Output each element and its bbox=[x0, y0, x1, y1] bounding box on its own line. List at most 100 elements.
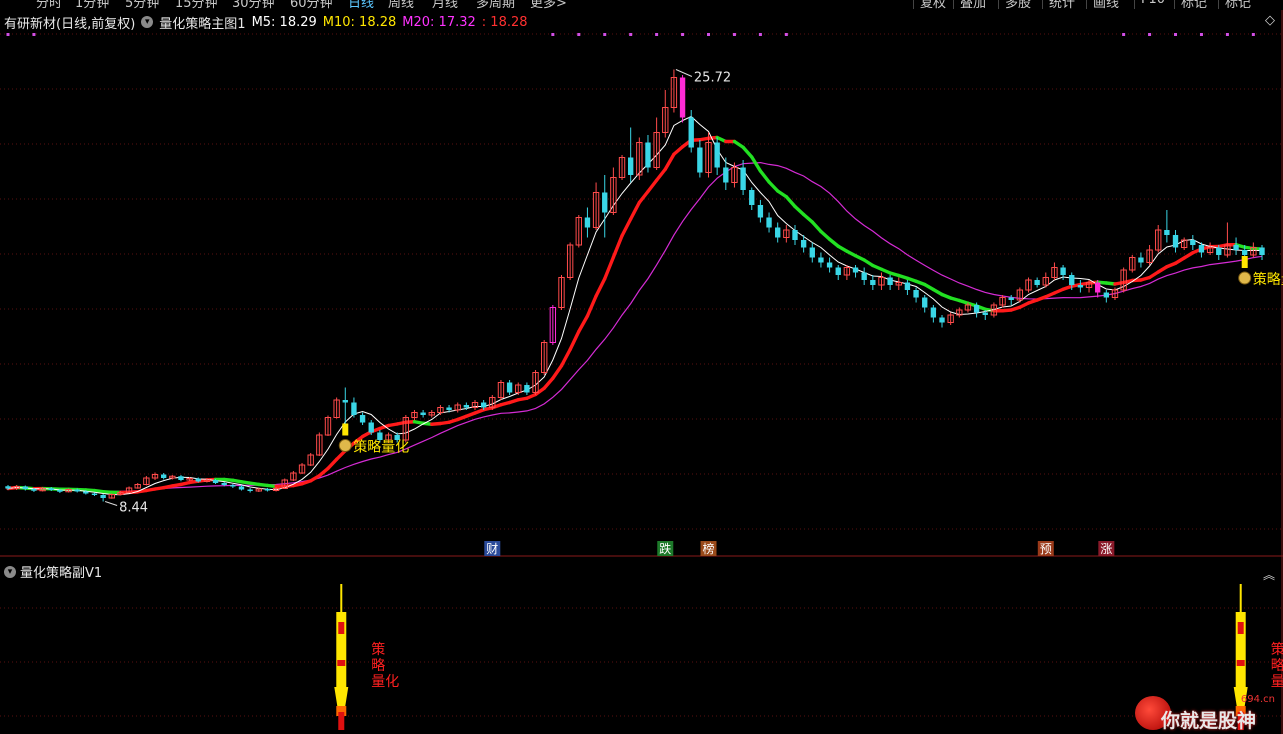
candle-down bbox=[852, 267, 859, 273]
high-pointer bbox=[675, 69, 693, 77]
candle-down bbox=[792, 230, 798, 240]
ma5-value: M5: 18.29 bbox=[251, 14, 317, 30]
candle-down bbox=[238, 486, 245, 490]
stock-title: 有研新材(日线,前复权) bbox=[4, 16, 136, 32]
ma10-segment bbox=[810, 220, 823, 234]
candle-down bbox=[160, 474, 167, 478]
low-price-label: 8.44 bbox=[119, 501, 148, 516]
ma10-segment bbox=[646, 178, 659, 194]
event-marker-text: 财 bbox=[486, 542, 498, 556]
candle-down bbox=[48, 488, 54, 490]
candle-down bbox=[818, 257, 824, 263]
candle-down bbox=[723, 167, 729, 183]
candle-down bbox=[1095, 282, 1101, 293]
ma5-line bbox=[7, 115, 1262, 496]
candle-down bbox=[766, 217, 772, 228]
candle-down bbox=[688, 117, 694, 148]
ma10-segment bbox=[594, 277, 607, 298]
signal-label: 策略量化 bbox=[353, 439, 409, 456]
rocket-antenna bbox=[1239, 584, 1242, 614]
ma10-segment bbox=[801, 212, 814, 224]
ma10-segment bbox=[741, 145, 754, 159]
rocket-base bbox=[334, 687, 349, 706]
ma10-segment bbox=[654, 167, 667, 182]
signal-flag bbox=[342, 423, 349, 436]
sub-indicator-name[interactable]: 量化策略副V1 bbox=[20, 562, 102, 581]
candle-down bbox=[749, 190, 755, 205]
candle-down bbox=[480, 402, 487, 408]
extra-value: : 18.28 bbox=[481, 14, 528, 30]
ma10-segment bbox=[784, 195, 797, 209]
ma10-value: M10: 18.28 bbox=[322, 14, 397, 30]
ma10-segment bbox=[542, 376, 555, 390]
chevron-down-icon[interactable]: ▾ bbox=[141, 16, 154, 28]
rocket-band bbox=[337, 660, 346, 666]
low-pointer bbox=[104, 501, 118, 506]
ma10-segment bbox=[326, 457, 339, 471]
candle-down bbox=[1259, 247, 1265, 255]
candle-down bbox=[351, 402, 357, 415]
candle-down bbox=[809, 247, 815, 258]
candle-down bbox=[870, 280, 876, 285]
candle-down bbox=[714, 142, 720, 168]
ma10-segment bbox=[663, 152, 676, 171]
candle-down bbox=[645, 142, 651, 168]
marker-dot bbox=[1251, 33, 1255, 36]
ma10-segment bbox=[750, 155, 763, 173]
sub-signal-text: 略 bbox=[1271, 658, 1283, 674]
candle-down bbox=[1103, 292, 1110, 298]
rocket-flame-core bbox=[338, 712, 345, 730]
chevron-up-icon[interactable]: ︽ bbox=[1263, 566, 1275, 583]
candle-down bbox=[524, 385, 530, 393]
candle-down bbox=[342, 400, 348, 403]
marker-dot bbox=[758, 33, 762, 36]
sub-signal-text: 策 bbox=[1271, 641, 1283, 658]
candle-down bbox=[1216, 247, 1222, 255]
candle-down bbox=[740, 167, 746, 190]
candle-down bbox=[1138, 257, 1144, 263]
ma10-segment bbox=[767, 180, 780, 193]
diamond-icon[interactable]: ◇ bbox=[1265, 13, 1275, 28]
watermark-text: 你就是股神 bbox=[1161, 710, 1257, 732]
main-indicator-name[interactable]: 量化策略主图1 bbox=[159, 13, 245, 32]
event-markers: 财跌榜预涨 bbox=[484, 541, 1115, 556]
marker-dot bbox=[1174, 33, 1178, 36]
ma10-segment bbox=[334, 449, 347, 462]
candle-down bbox=[83, 491, 89, 494]
candle-down bbox=[775, 227, 781, 238]
candle-down bbox=[100, 495, 106, 498]
high-price-label: 25.72 bbox=[694, 71, 731, 86]
candle-down bbox=[178, 476, 184, 480]
marker-dot bbox=[655, 33, 659, 36]
marker-dot bbox=[707, 33, 711, 36]
candle-down bbox=[57, 490, 63, 492]
candle-down bbox=[602, 192, 608, 213]
rocket-band bbox=[1236, 660, 1245, 666]
candle-down bbox=[264, 489, 271, 491]
marker-dot bbox=[1148, 33, 1152, 36]
candle-down bbox=[74, 489, 80, 492]
candle-down bbox=[506, 382, 513, 393]
marker-dot bbox=[1122, 33, 1126, 36]
money-bag-icon bbox=[338, 439, 352, 452]
candle-down bbox=[420, 412, 426, 415]
candle-down bbox=[368, 422, 374, 433]
sub-signal-text: 量化 bbox=[1271, 674, 1283, 690]
candle-down bbox=[1008, 297, 1014, 300]
chevron-down-icon[interactable]: ▾ bbox=[4, 565, 16, 578]
ma10-segment bbox=[628, 200, 642, 221]
candle-down bbox=[757, 205, 764, 218]
sub-signal-text: 策 bbox=[371, 641, 385, 658]
ma10-segment bbox=[672, 145, 685, 156]
marker-dot bbox=[551, 33, 555, 36]
candle-down bbox=[212, 480, 219, 483]
ma20-value: M20: 17.32 bbox=[402, 14, 476, 30]
ma10-segment bbox=[603, 255, 616, 281]
candle-down bbox=[1077, 285, 1084, 288]
candle-down bbox=[1233, 245, 1239, 250]
rocket-antenna bbox=[340, 584, 343, 614]
candle-down bbox=[973, 305, 980, 313]
marker-dot bbox=[6, 33, 10, 36]
candle-down bbox=[982, 312, 988, 315]
candle-down bbox=[887, 277, 893, 285]
